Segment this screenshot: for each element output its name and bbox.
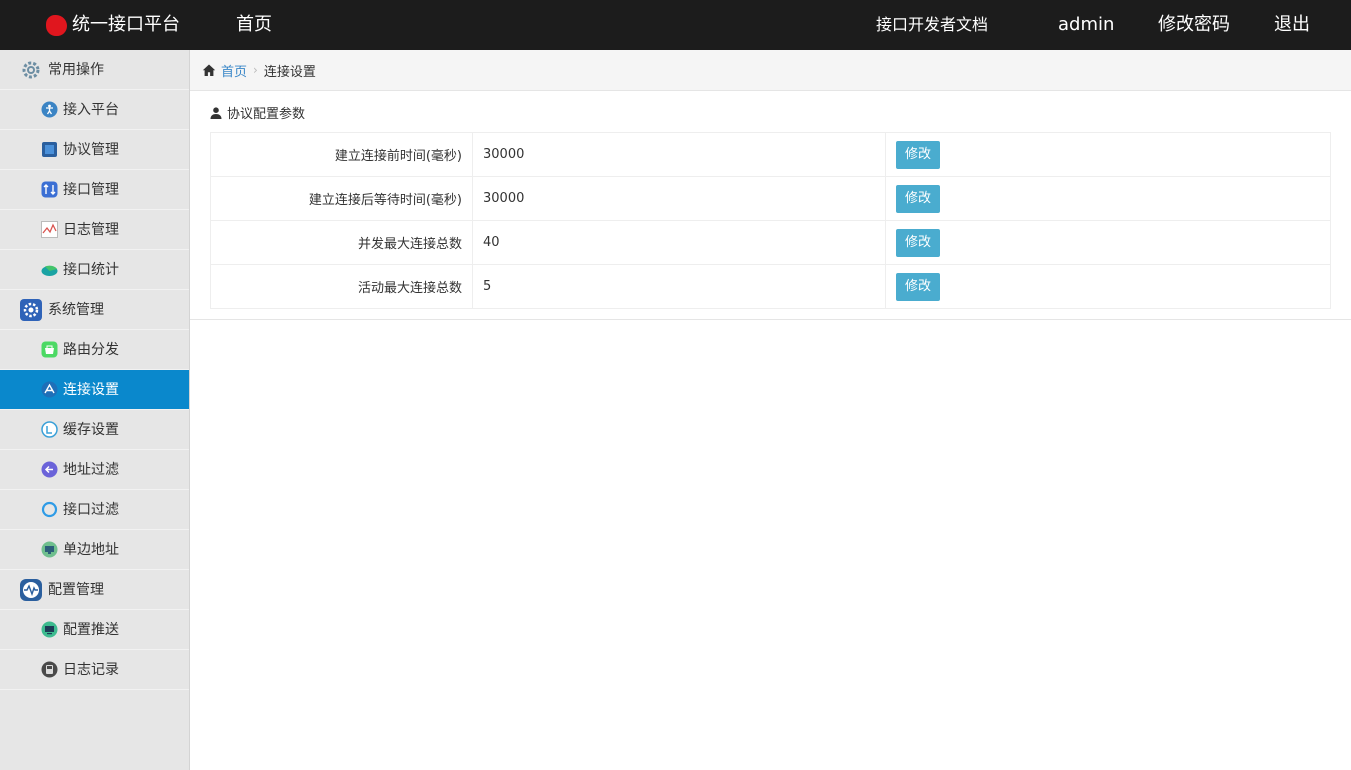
sidebar-item-log[interactable]: 日志管理 [0,210,189,250]
sidebar-group-label: 系统管理 [48,301,104,318]
sidebar: 常用操作 接入平台 协议管理 接口管理 日志管理 接口统计 系统管理 路由分发 … [0,50,190,770]
monitor-icon [41,541,58,558]
config-table: 建立连接前时间(毫秒) 30000 修改 建立连接后等待时间(毫秒) 30000… [210,132,1331,309]
sidebar-item-label: 配置推送 [63,621,119,638]
gear-icon [20,59,42,81]
settings-gear-icon [20,298,42,321]
sidebar-item-label: 缓存设置 [63,421,119,438]
edit-button[interactable]: 修改 [896,140,940,169]
user-icon [210,106,222,119]
sidebar-item-statistics[interactable]: 接口统计 [0,250,189,290]
breadcrumb: 首页 › 连接设置 [190,50,1351,91]
table-row: 建立连接后等待时间(毫秒) 30000 修改 [210,176,1331,221]
param-name: 建立连接后等待时间(毫秒) [210,176,473,221]
table-row: 活动最大连接总数 5 修改 [210,264,1331,309]
panel-title-text: 协议配置参数 [227,107,306,122]
logout-link[interactable]: 退出 [1274,13,1310,37]
accessibility-icon [41,101,58,118]
sidebar-item-address-filter[interactable]: 地址过滤 [0,450,189,490]
sidebar-item-label: 接口统计 [63,261,119,278]
sidebar-item-unilateral-address[interactable]: 单边地址 [0,530,189,570]
sidebar-item-access-platform[interactable]: 接入平台 [0,90,189,130]
line-chart-icon [41,221,58,238]
param-action-cell: 修改 [885,220,1331,265]
param-value: 30000 [472,132,886,177]
param-name: 建立连接前时间(毫秒) [210,132,473,177]
panel-title: 协议配置参数 [210,103,305,122]
sidebar-group-system[interactable]: 系统管理 [0,290,189,330]
sidebar-item-routing[interactable]: 路由分发 [0,330,189,370]
sidebar-item-cache[interactable]: 缓存设置 [0,410,189,450]
sidebar-group-common[interactable]: 常用操作 [0,50,189,90]
brand-logo-icon [46,14,67,36]
pie-chart-icon [41,261,58,278]
param-name: 并发最大连接总数 [210,220,473,265]
top-home-link[interactable]: 首页 [236,13,272,37]
sidebar-item-label: 接口过滤 [63,501,119,518]
sidebar-item-label: 连接设置 [63,381,119,398]
screen-icon [41,621,58,638]
sidebar-item-label: 路由分发 [63,341,119,358]
sidebar-item-label: 地址过滤 [63,461,119,478]
sidebar-item-interface-filter[interactable]: 接口过滤 [0,490,189,530]
sidebar-item-protocol[interactable]: 协议管理 [0,130,189,170]
swap-arrows-icon [41,181,58,198]
sidebar-item-label: 接口管理 [63,181,119,198]
table-row: 建立连接前时间(毫秒) 30000 修改 [210,132,1331,177]
sidebar-item-label: 日志记录 [63,661,119,678]
sidebar-group-label: 配置管理 [48,581,104,598]
sidebar-item-config-push[interactable]: 配置推送 [0,610,189,650]
ring-icon [41,501,58,518]
cache-icon [41,421,58,438]
param-name: 活动最大连接总数 [210,264,473,309]
sidebar-item-connection-settings[interactable]: 连接设置 [0,370,189,410]
home-icon [202,64,216,76]
param-value: 5 [472,264,886,309]
param-action-cell: 修改 [885,132,1331,177]
sidebar-item-label: 单边地址 [63,541,119,558]
disk-icon [41,661,58,678]
basket-icon [41,341,58,358]
sidebar-item-interface[interactable]: 接口管理 [0,170,189,210]
breadcrumb-current: 连接设置 [263,64,316,80]
change-password-link[interactable]: 修改密码 [1158,13,1230,37]
config-panel: 协议配置参数 建立连接前时间(毫秒) 30000 修改 建立连接后等待时间(毫秒… [190,92,1351,320]
pulse-icon [20,578,42,601]
sidebar-item-label: 协议管理 [63,141,119,158]
arrow-left-circle-icon [41,461,58,478]
sidebar-item-label: 日志管理 [63,221,119,238]
user-menu[interactable]: admin [1058,13,1114,37]
sidebar-group-config[interactable]: 配置管理 [0,570,189,610]
edit-button[interactable]: 修改 [896,228,940,257]
sidebar-group-label: 常用操作 [48,61,104,78]
edit-button[interactable]: 修改 [896,184,940,213]
top-navbar: 统一接口平台 首页 接口开发者文档 admin 修改密码 退出 [0,0,1351,50]
table-row: 并发最大连接总数 40 修改 [210,220,1331,265]
brand-title: 统一接口平台 [72,14,180,35]
tools-icon [41,381,58,398]
param-action-cell: 修改 [885,264,1331,309]
edit-button[interactable]: 修改 [896,272,940,301]
param-value: 30000 [472,176,886,221]
param-value: 40 [472,220,886,265]
sidebar-item-log-record[interactable]: 日志记录 [0,650,189,690]
param-action-cell: 修改 [885,176,1331,221]
sidebar-item-label: 接入平台 [63,101,119,118]
breadcrumb-home-link[interactable]: 首页 [221,61,247,80]
brand[interactable]: 统一接口平台 [46,13,180,37]
breadcrumb-separator-icon: › [253,63,258,77]
developer-docs-link[interactable]: 接口开发者文档 [876,13,988,37]
document-icon [41,141,58,158]
